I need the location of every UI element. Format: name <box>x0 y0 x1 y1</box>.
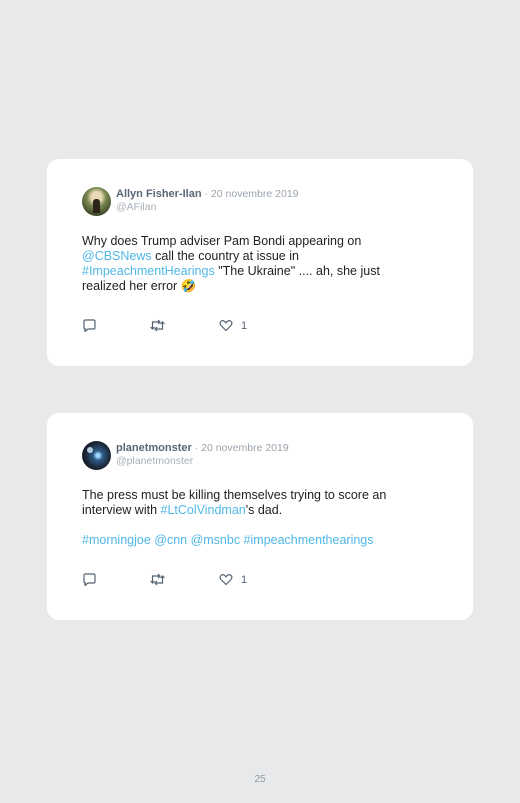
reply-button[interactable] <box>82 573 97 587</box>
avatar[interactable] <box>82 187 111 216</box>
like-button[interactable]: 1 <box>219 573 247 586</box>
like-count: 1 <box>241 573 248 586</box>
retweet-button[interactable] <box>149 573 166 586</box>
heart-icon <box>219 320 233 332</box>
hashtag-link[interactable]: #ImpeachmentHearings <box>82 264 215 278</box>
reply-icon <box>83 573 96 587</box>
hashtags-line[interactable]: #morningjoe @cnn @msnbc #impeachmenthear… <box>82 533 374 547</box>
tweet-date[interactable]: 20 novembre 2019 <box>201 442 289 454</box>
tweet-card: Allyn Fisher-Ilan · 20 novembre 2019 @AF… <box>47 159 473 366</box>
display-name[interactable]: planetmonster <box>116 442 192 454</box>
author-block: planetmonster · 20 novembre 2019 @planet… <box>116 441 289 468</box>
hashtag-link[interactable]: #LtColVindman <box>161 503 246 517</box>
user-handle[interactable]: @planetmonster <box>116 455 289 468</box>
author-block: Allyn Fisher-Ilan · 20 novembre 2019 @AF… <box>116 187 299 214</box>
tweet-date[interactable]: 20 novembre 2019 <box>211 188 299 200</box>
tweet-text-part: call the country at issue in <box>151 249 299 263</box>
retweet-icon <box>150 573 165 586</box>
retweet-icon <box>150 319 165 332</box>
separator: · <box>201 188 211 200</box>
retweet-button[interactable] <box>149 319 166 332</box>
tweet-actions: 1 <box>82 319 282 339</box>
reply-icon <box>83 319 96 333</box>
avatar[interactable] <box>82 441 111 470</box>
user-handle[interactable]: @AFilan <box>116 201 299 214</box>
heart-icon <box>219 574 233 586</box>
tweet-card: planetmonster · 20 novembre 2019 @planet… <box>47 413 473 620</box>
like-button[interactable]: 1 <box>219 319 247 332</box>
separator: · <box>191 442 202 454</box>
tweet-actions: 1 <box>82 573 282 593</box>
display-name[interactable]: Allyn Fisher-Ilan <box>116 188 202 200</box>
mention-link[interactable]: @CBSNews <box>82 249 152 263</box>
tweet-text-part: Why does Trump adviser Pam Bondi appeari… <box>82 234 362 248</box>
tweet-text: The press must be killing themselves try… <box>82 488 427 548</box>
reply-button[interactable] <box>82 319 97 333</box>
tweet-text: Why does Trump adviser Pam Bondi appeari… <box>82 234 427 294</box>
like-count: 1 <box>241 319 248 332</box>
tweet-text-part: 's dad. <box>245 503 283 517</box>
page-number: 25 <box>254 774 266 785</box>
